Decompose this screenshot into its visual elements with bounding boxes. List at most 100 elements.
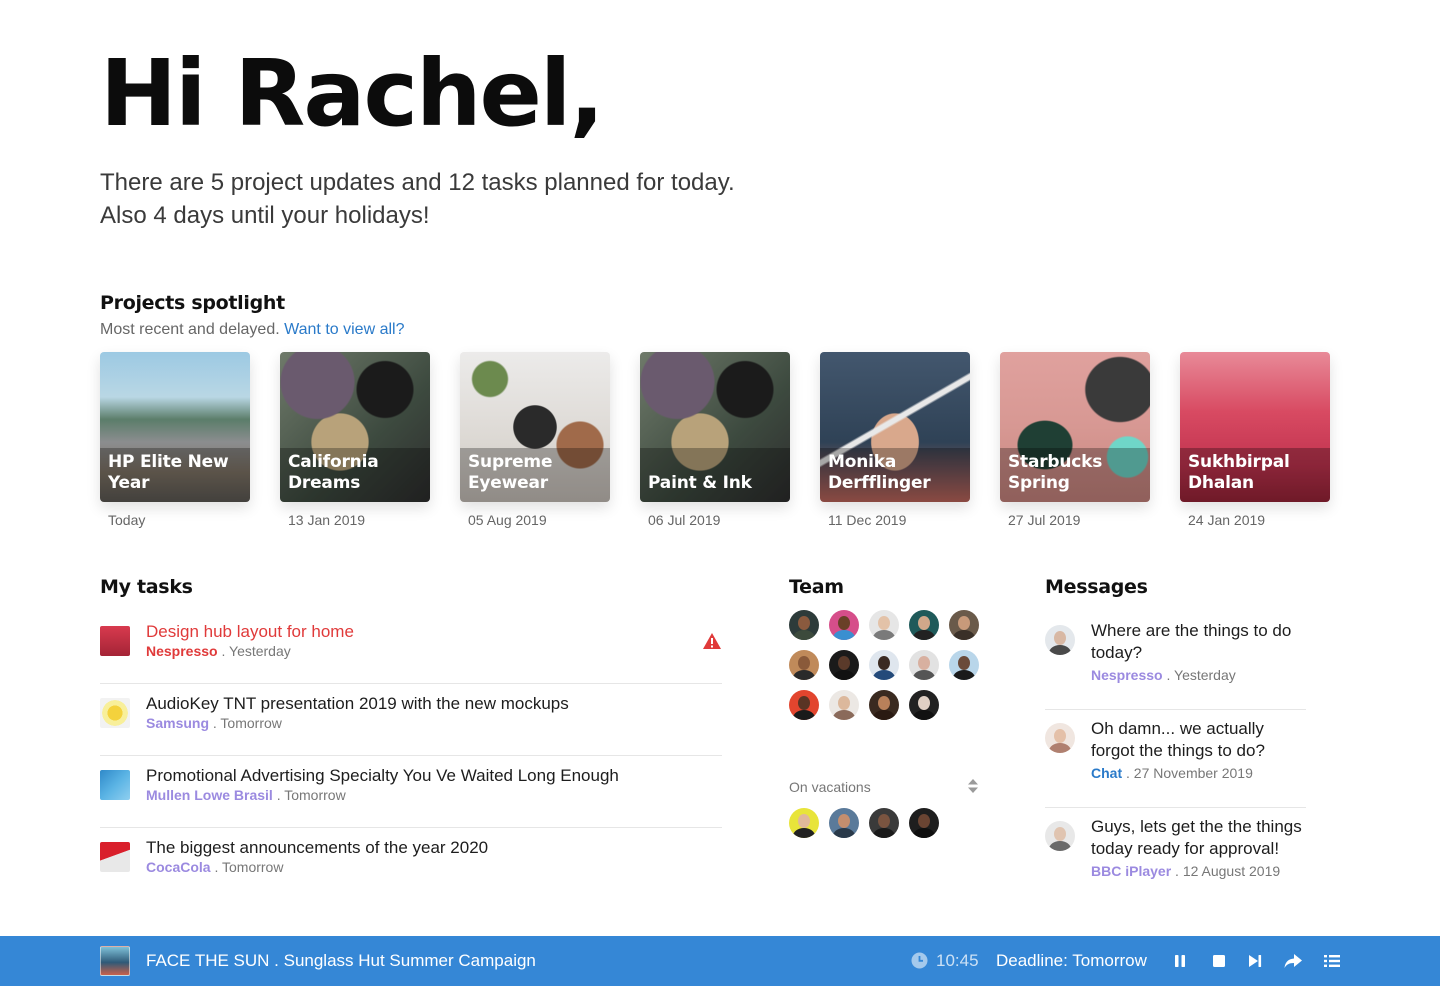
avatar[interactable] (909, 610, 939, 640)
campaign-thumbnail[interactable] (100, 946, 130, 976)
project-card[interactable]: California Dreams (280, 352, 430, 502)
project-date: 06 Jul 2019 (648, 512, 721, 528)
avatar[interactable] (869, 808, 899, 838)
list-icon[interactable] (1322, 951, 1342, 971)
forward-share-icon[interactable] (1283, 951, 1303, 971)
task-item[interactable]: Design hub layout for home Nespresso . Y… (100, 612, 722, 684)
avatar[interactable] (789, 650, 819, 680)
message-item[interactable]: Guys, lets get the the things today read… (1045, 808, 1306, 906)
vacation-avatars (789, 808, 939, 838)
message-text: Oh damn... we actually forgot the things… (1091, 719, 1265, 760)
pause-icon[interactable] (1170, 951, 1190, 971)
task-thumbnail (100, 698, 130, 728)
task-item[interactable]: The biggest announcements of the year 20… (100, 828, 722, 900)
project-date: 24 Jan 2019 (1188, 512, 1266, 528)
team-title: Team (789, 576, 844, 598)
message-time: . 27 November 2019 (1122, 765, 1253, 781)
message-time: . 12 August 2019 (1171, 863, 1281, 879)
project-item[interactable]: Monika Derfflinger 11 Dec 2019 (820, 352, 970, 528)
warning-icon (703, 633, 721, 649)
task-client[interactable]: Mullen Lowe Brasil (146, 787, 273, 803)
message-meta: Chat . 27 November 2019 (1091, 765, 1253, 781)
projects-spotlight-subtitle: Most recent and delayed. Want to view al… (100, 321, 404, 339)
task-item[interactable]: Promotional Advertising Specialty You Ve… (100, 756, 722, 828)
project-title: HP Elite New Year (108, 452, 229, 493)
current-campaign[interactable]: FACE THE SUN . Sunglass Hut Summer Campa… (146, 951, 536, 971)
project-card[interactable]: Paint & Ink (640, 352, 790, 502)
task-due: . Yesterday (217, 643, 291, 659)
task-client[interactable]: Samsung (146, 715, 209, 731)
on-vacations-label: On vacations (789, 779, 871, 795)
avatar[interactable] (829, 650, 859, 680)
greeting-heading: Hi Rachel, (100, 40, 604, 147)
task-thumbnail (100, 626, 130, 656)
clock-icon (911, 952, 928, 969)
sort-icon[interactable] (967, 778, 979, 794)
message-text: Guys, lets get the the things today read… (1091, 817, 1302, 858)
message-source[interactable]: BBC iPlayer (1091, 863, 1171, 879)
project-card[interactable]: Supreme Eyewear (460, 352, 610, 502)
team-avatars (789, 610, 989, 720)
avatar (1045, 821, 1075, 851)
avatar[interactable] (789, 610, 819, 640)
project-title: Supreme Eyewear (468, 452, 553, 493)
avatar (1045, 723, 1075, 753)
avatar[interactable] (869, 690, 899, 720)
task-thumbnail (100, 842, 130, 872)
message-item[interactable]: Oh damn... we actually forgot the things… (1045, 710, 1306, 808)
project-card[interactable]: Monika Derfflinger (820, 352, 970, 502)
project-card[interactable]: HP Elite New Year (100, 352, 250, 502)
my-tasks-title: My tasks (100, 576, 193, 598)
task-meta: Nespresso . Yesterday (146, 643, 291, 659)
skip-next-icon[interactable] (1245, 951, 1265, 971)
task-client[interactable]: Nespresso (146, 643, 218, 659)
avatar[interactable] (869, 650, 899, 680)
task-title[interactable]: Design hub layout for home (146, 622, 354, 642)
avatar[interactable] (869, 610, 899, 640)
avatar[interactable] (789, 808, 819, 838)
avatar[interactable] (909, 650, 939, 680)
message-item[interactable]: Where are the things to do today? Nespre… (1045, 612, 1306, 710)
avatar[interactable] (949, 650, 979, 680)
stop-icon[interactable] (1209, 951, 1229, 971)
task-title[interactable]: AudioKey TNT presentation 2019 with the … (146, 694, 569, 714)
project-item[interactable]: Paint & Ink 06 Jul 2019 (640, 352, 790, 528)
tasks-list: Design hub layout for home Nespresso . Y… (100, 612, 722, 900)
avatar (1045, 625, 1075, 655)
message-source[interactable]: Chat (1091, 765, 1122, 781)
project-title: Starbucks Spring (1008, 452, 1103, 493)
avatar[interactable] (949, 610, 979, 640)
project-item[interactable]: Supreme Eyewear 05 Aug 2019 (460, 352, 610, 528)
project-date: 11 Dec 2019 (828, 512, 907, 528)
project-date: Today (108, 512, 146, 528)
task-thumbnail (100, 770, 130, 800)
task-item[interactable]: AudioKey TNT presentation 2019 with the … (100, 684, 722, 756)
project-title: Sukhbirpal Dhalan (1188, 452, 1290, 493)
avatar[interactable] (829, 610, 859, 640)
avatar[interactable] (829, 690, 859, 720)
message-source[interactable]: Nespresso (1091, 667, 1163, 683)
avatar[interactable] (909, 690, 939, 720)
project-card[interactable]: Starbucks Spring (1000, 352, 1150, 502)
project-item[interactable]: California Dreams 13 Jan 2019 (280, 352, 430, 528)
intro-line-1: There are 5 project updates and 12 tasks… (100, 169, 735, 196)
project-card[interactable]: Sukhbirpal Dhalan (1180, 352, 1330, 502)
avatar[interactable] (909, 808, 939, 838)
project-date: 13 Jan 2019 (288, 512, 366, 528)
task-meta: CocaCola . Tomorrow (146, 859, 283, 875)
project-item[interactable]: Starbucks Spring 27 Jul 2019 (1000, 352, 1150, 528)
task-title[interactable]: The biggest announcements of the year 20… (146, 838, 488, 858)
project-item[interactable]: HP Elite New Year Today (100, 352, 250, 528)
task-meta: Samsung . Tomorrow (146, 715, 282, 731)
task-client[interactable]: CocaCola (146, 859, 211, 875)
view-all-projects-link[interactable]: Want to view all? (284, 321, 404, 338)
projects-spotlight-title: Projects spotlight (100, 292, 285, 314)
message-time: . Yesterday (1162, 667, 1236, 683)
task-title[interactable]: Promotional Advertising Specialty You Ve… (146, 766, 619, 786)
projects-list: HP Elite New Year Today California Dream… (100, 352, 1330, 528)
avatar[interactable] (789, 690, 819, 720)
now-playing-bar: FACE THE SUN . Sunglass Hut Summer Campa… (0, 936, 1440, 986)
timer-display: 10:45 (936, 951, 979, 970)
avatar[interactable] (829, 808, 859, 838)
project-item[interactable]: Sukhbirpal Dhalan 24 Jan 2019 (1180, 352, 1330, 528)
